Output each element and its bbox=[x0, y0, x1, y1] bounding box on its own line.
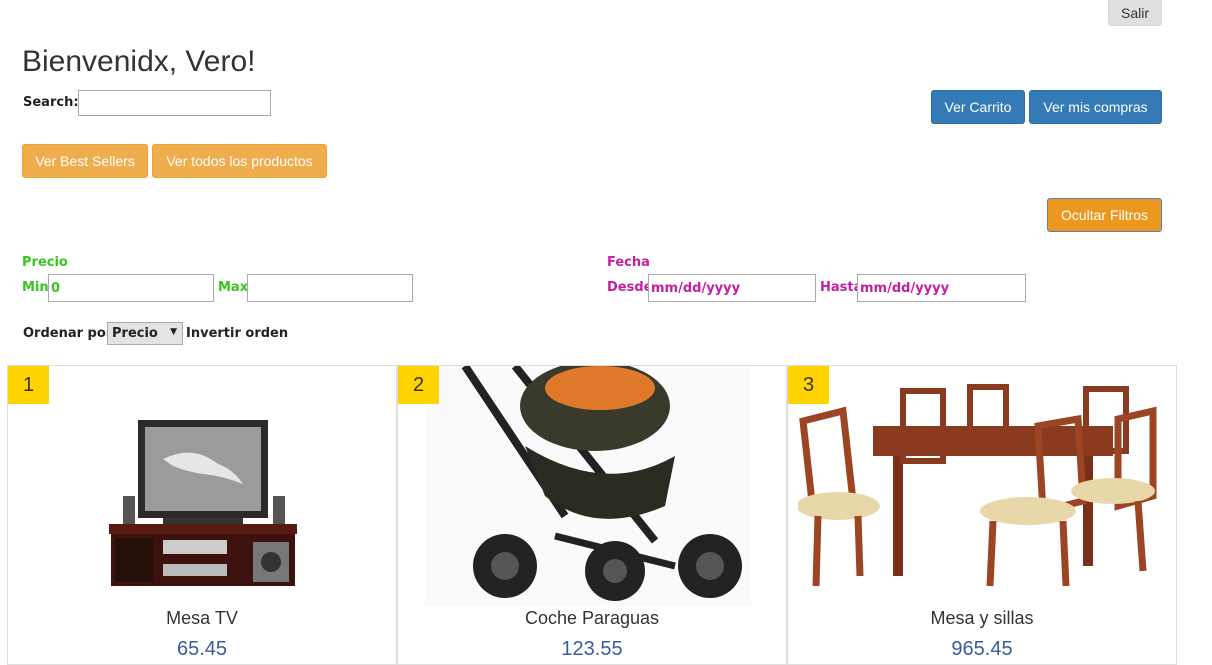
product-price: 965.45 bbox=[951, 638, 1013, 660]
product-card[interactable]: 3 Mesa y sillas 965.45 bbox=[787, 365, 1177, 665]
date-from-input[interactable]: mm/dd/yyyy bbox=[648, 274, 816, 302]
product-name[interactable]: Mesa y sillas bbox=[788, 608, 1176, 629]
date-from-value: mm/dd/yyyy bbox=[651, 280, 741, 296]
search-label: Search: bbox=[23, 95, 79, 110]
search-input[interactable] bbox=[78, 90, 271, 116]
dining-set-image[interactable] bbox=[798, 381, 1168, 601]
product-price: 123.55 bbox=[561, 638, 623, 660]
product-card[interactable]: 1 Mesa TV 65.45 bbox=[7, 365, 397, 665]
invert-order-label[interactable]: Invertir orden bbox=[186, 326, 288, 341]
price-min-input[interactable]: 0 bbox=[48, 274, 214, 302]
product-price: 65.45 bbox=[176, 638, 228, 660]
product-name[interactable]: Mesa TV bbox=[8, 608, 396, 629]
logout-button[interactable]: Salir bbox=[1108, 0, 1162, 26]
price-min-label: Min bbox=[22, 280, 49, 295]
welcome-heading: Bienvenidx, Vero! bbox=[22, 45, 256, 78]
view-cart-button[interactable]: Ver Carrito bbox=[931, 90, 1025, 124]
price-filter-title: Precio bbox=[22, 255, 68, 270]
sort-selected-value: Precio bbox=[112, 326, 158, 341]
date-to-input[interactable]: mm/dd/yyyy bbox=[857, 274, 1026, 302]
chevron-down-icon: ▼ bbox=[170, 327, 177, 337]
rank-badge: 1 bbox=[8, 366, 49, 404]
date-to-value: mm/dd/yyyy bbox=[860, 280, 950, 296]
date-filter-title: Fecha bbox=[607, 255, 650, 270]
rank-badge: 3 bbox=[788, 366, 829, 404]
product-card[interactable]: 2 Coche Paraguas 123.55 bbox=[397, 365, 787, 665]
product-name[interactable]: Coche Paraguas bbox=[398, 608, 786, 629]
hide-filters-button[interactable]: Ocultar Filtros bbox=[1047, 198, 1162, 232]
sort-label: Ordenar por bbox=[23, 326, 113, 341]
all-products-button[interactable]: Ver todos los productos bbox=[152, 144, 327, 178]
price-max-label: Max bbox=[218, 280, 249, 295]
price-max-input[interactable] bbox=[247, 274, 413, 302]
tv-stand-image[interactable] bbox=[103, 414, 303, 594]
date-from-label: Desde bbox=[607, 280, 653, 295]
stroller-image[interactable] bbox=[425, 366, 751, 606]
view-purchases-button[interactable]: Ver mis compras bbox=[1029, 90, 1162, 124]
rank-badge: 2 bbox=[398, 366, 439, 404]
price-min-value: 0 bbox=[51, 280, 61, 296]
sort-select[interactable]: Precio ▼ bbox=[107, 322, 183, 345]
best-sellers-button[interactable]: Ver Best Sellers bbox=[22, 144, 148, 178]
